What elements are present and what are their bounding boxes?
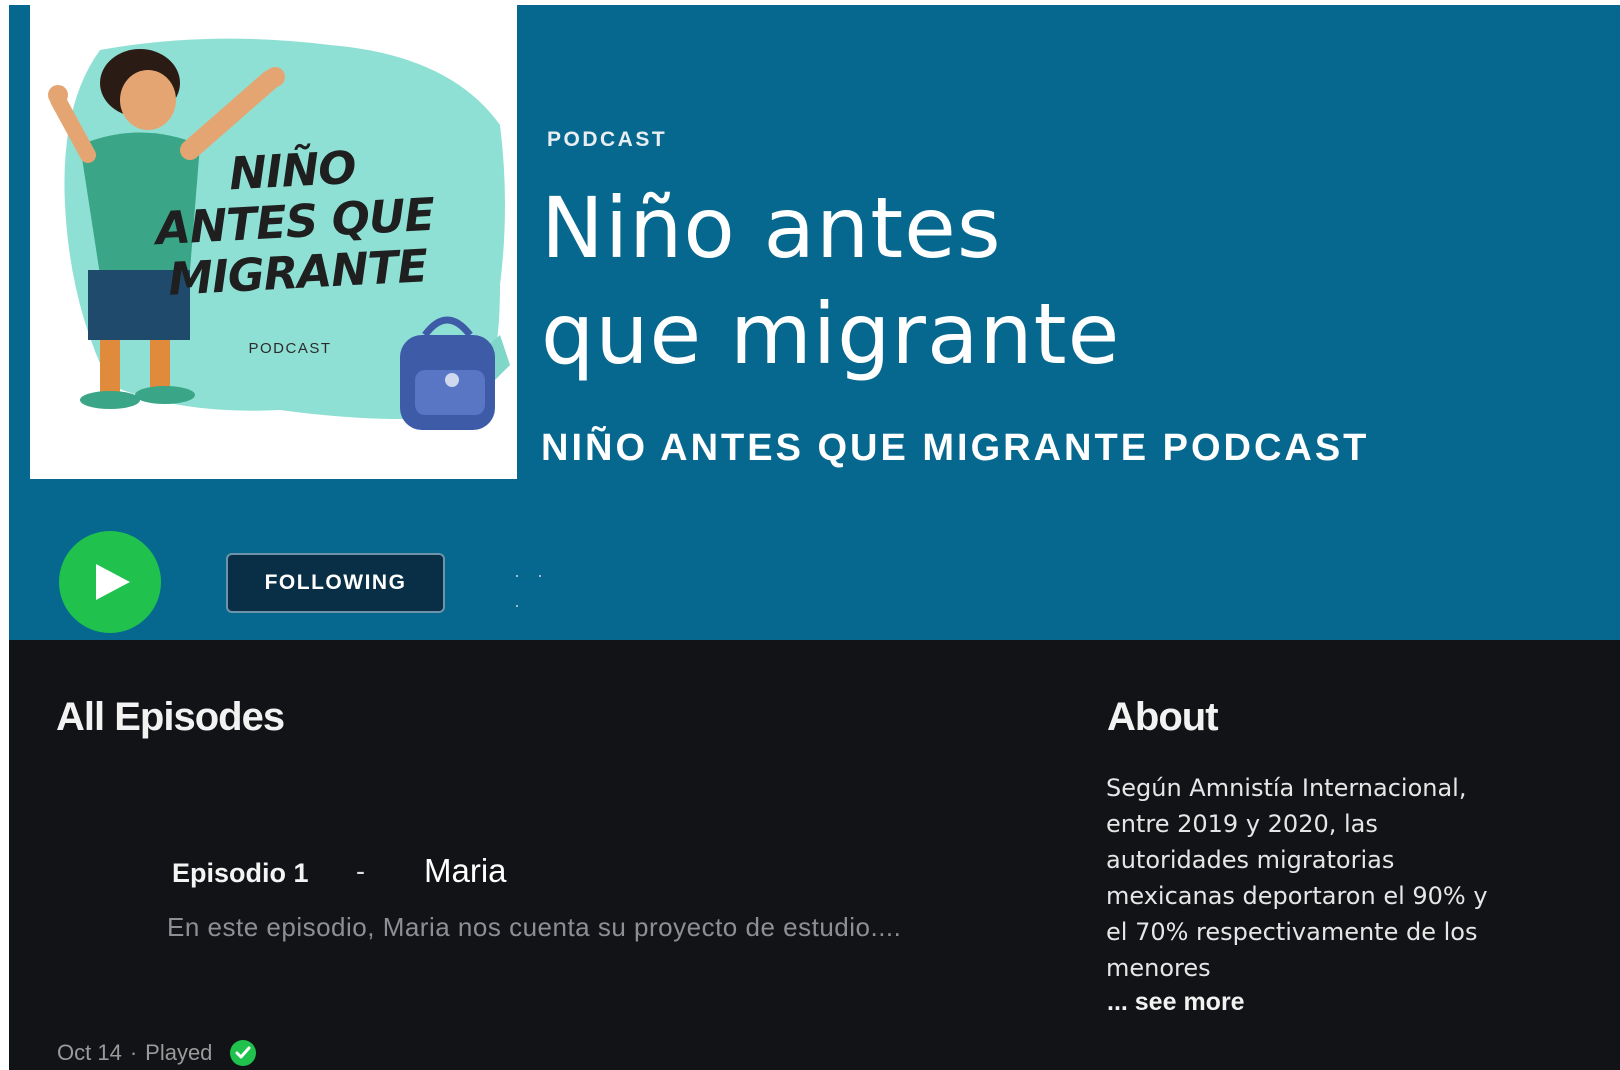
more-options-button[interactable]: · · · [514, 560, 570, 615]
episode-date: Oct 14 [57, 1040, 122, 1065]
podcast-cover-art: NIÑO ANTES QUE MIGRANTE PODCAST [30, 5, 517, 479]
about-description: Según Amnistía Internacional, entre 2019… [1106, 774, 1488, 982]
content-type-label: PODCAST [547, 128, 668, 151]
episode-number: Episodio 1 [172, 858, 309, 888]
cover-subtitle-text: PODCAST [248, 340, 332, 357]
episode-meta: Oct 14 · Played [57, 1040, 257, 1066]
publisher-name[interactable]: NIÑO ANTES QUE MIGRANTE PODCAST [541, 427, 1369, 470]
podcast-title: Niño antes que migrante [541, 175, 1241, 387]
cover-title-text: NIÑO ANTES QUE MIGRANTE [154, 140, 436, 306]
podcast-content: All Episodes Episodio 1 - Maria En este … [9, 640, 1620, 1070]
see-more-link[interactable]: ... see more [1107, 988, 1245, 1017]
check-circle-icon [230, 1040, 257, 1066]
podcast-header: NIÑO ANTES QUE MIGRANTE PODCAST PODCAST … [9, 5, 1620, 640]
episode-separator: - [356, 856, 365, 886]
episode-status: Played [145, 1040, 213, 1065]
play-icon [96, 564, 130, 600]
following-button[interactable]: FOLLOWING [226, 553, 445, 613]
podcast-title-line-1: Niño antes [541, 179, 1002, 277]
episode-title[interactable]: Maria [424, 852, 507, 890]
meta-dot-separator: · [129, 1040, 138, 1065]
episode-description: En este episodio, Maria nos cuenta su pr… [167, 912, 902, 942]
all-episodes-heading: All Episodes [56, 695, 285, 739]
about-heading: About [1107, 695, 1219, 739]
podcast-title-line-2: que migrante [541, 285, 1121, 383]
play-button[interactable] [59, 531, 161, 633]
